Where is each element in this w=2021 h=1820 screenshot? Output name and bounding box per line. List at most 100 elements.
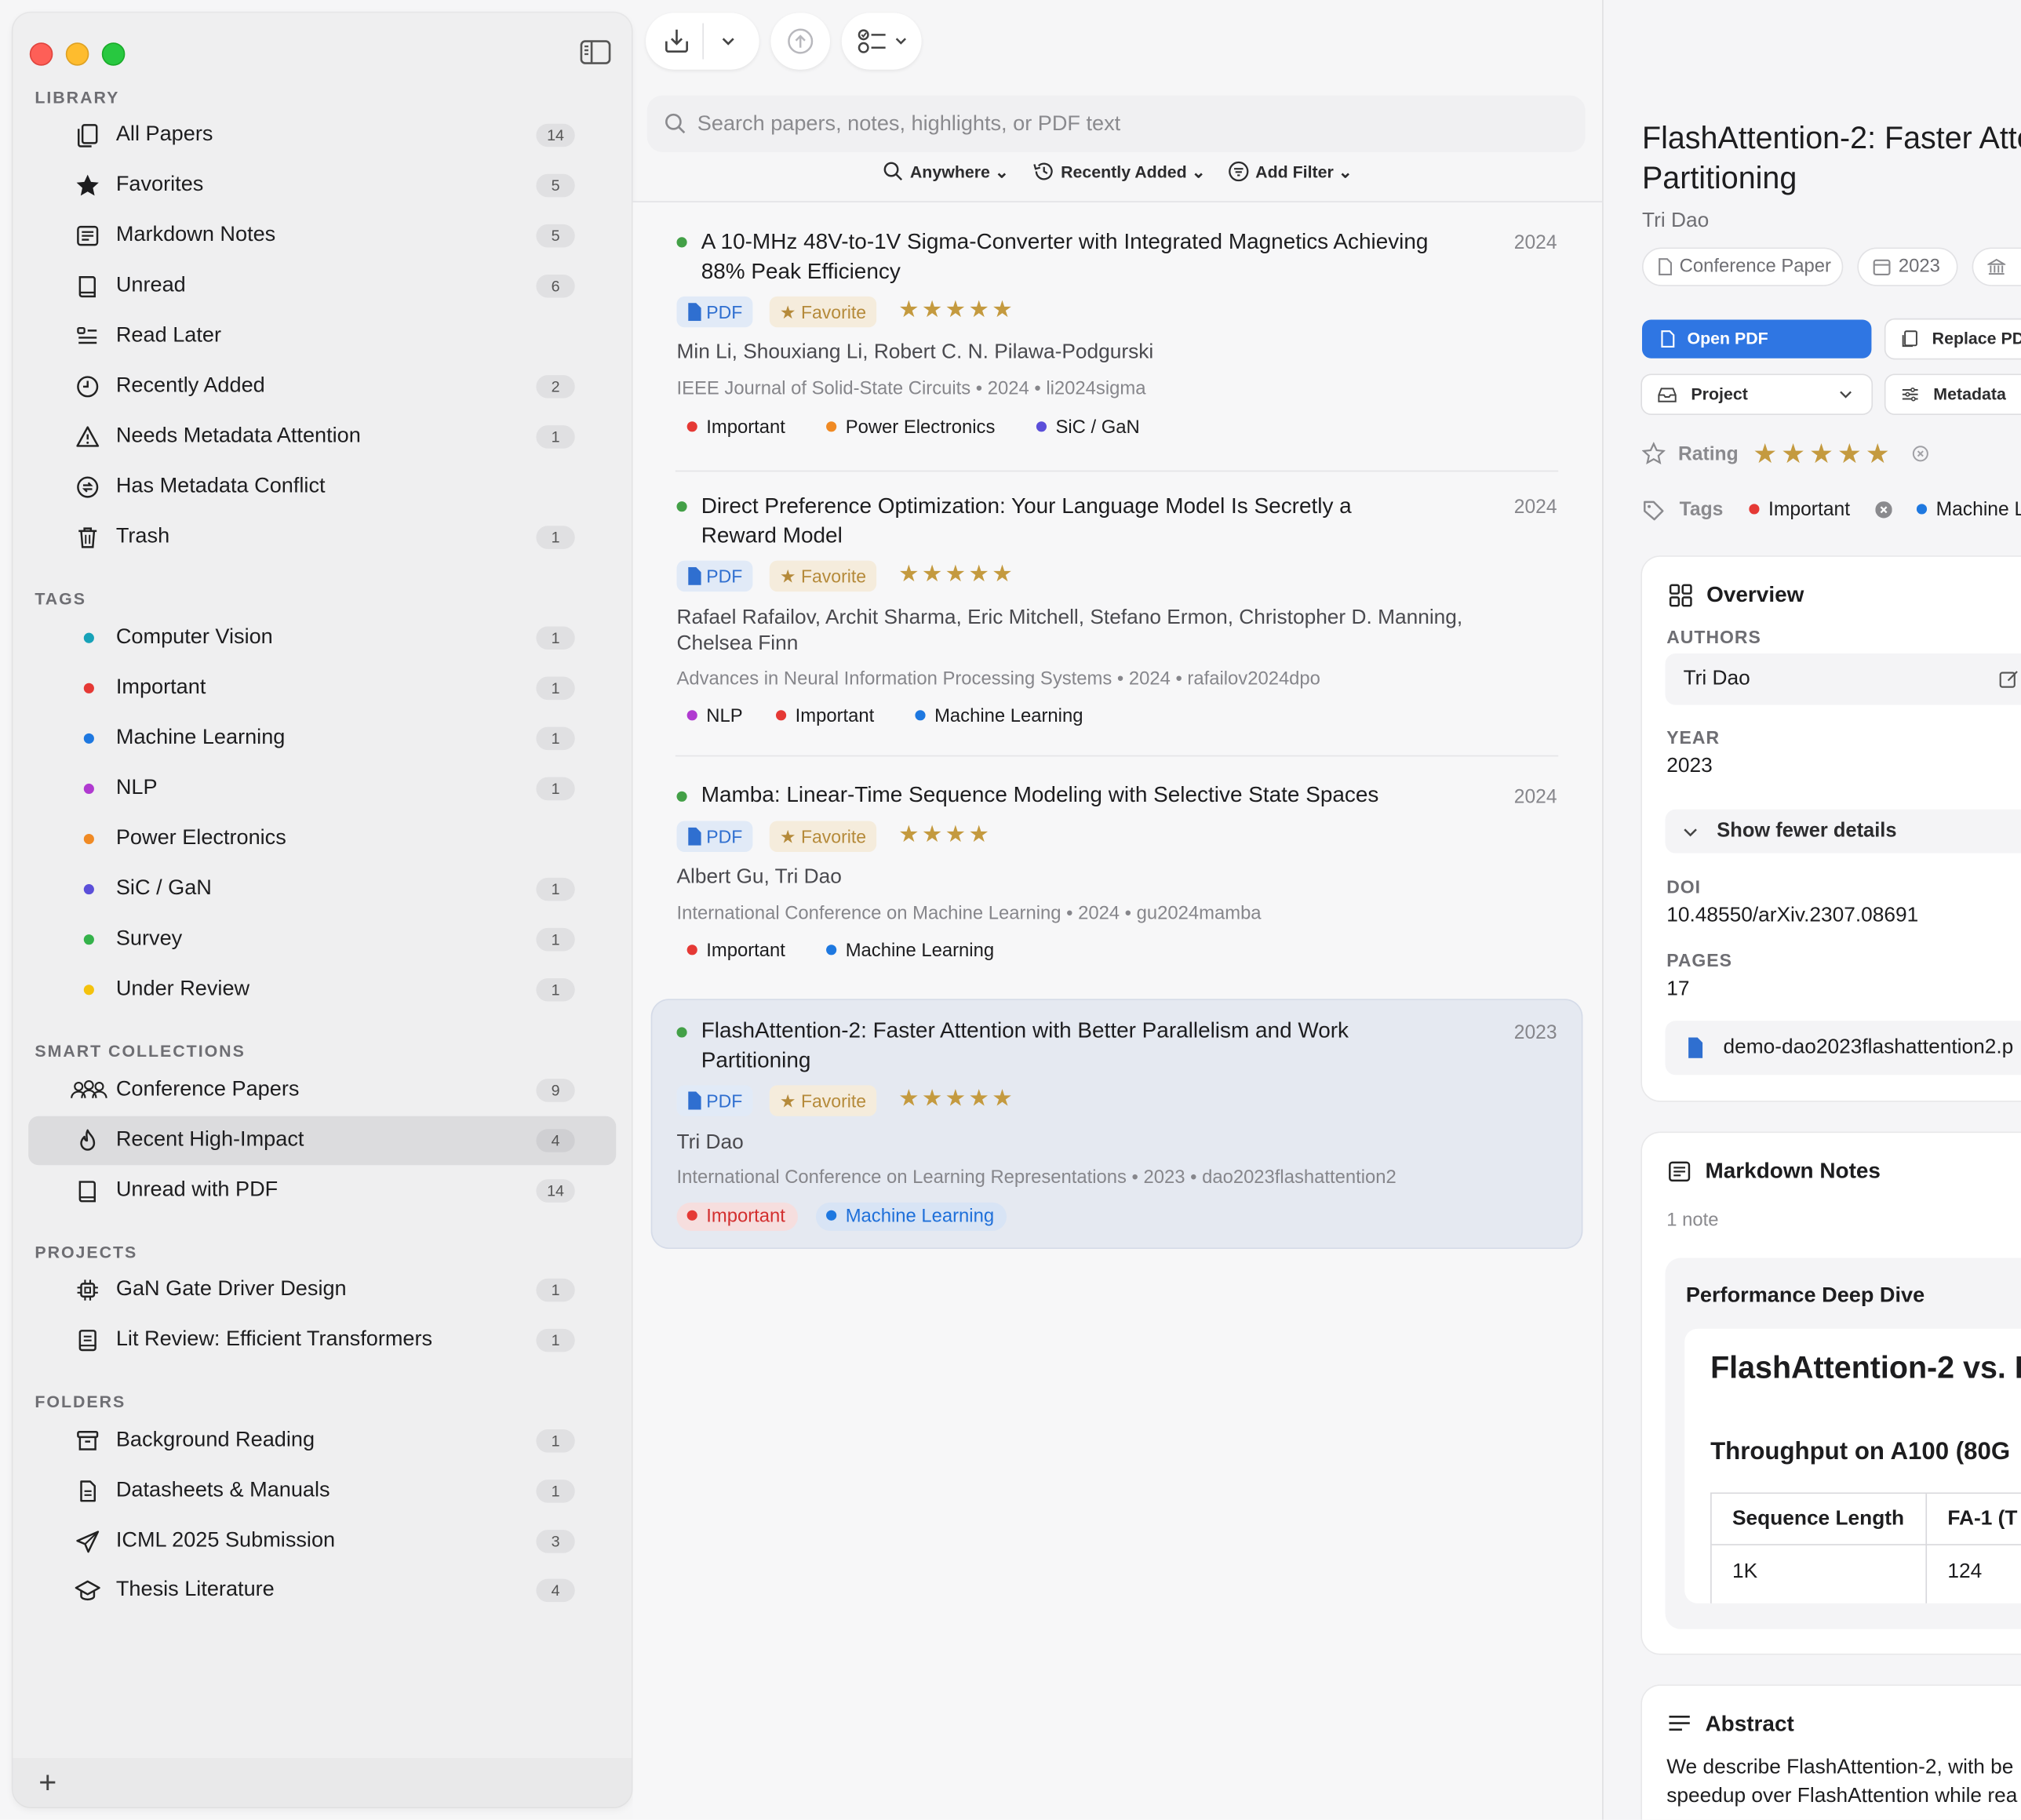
note-heading: FlashAttention-2 vs. F (1710, 1350, 2021, 1386)
institution-chip[interactable] (1973, 249, 2021, 286)
sidebar-item-unread-with-pdf[interactable]: Unread with PDF 14 (28, 1167, 616, 1215)
sidebar-tag-nlp[interactable]: NLP 1 (28, 764, 616, 813)
sidebar-item-recent-high-impact[interactable]: Recent High-Impact 4 (28, 1116, 617, 1166)
favorite-badge[interactable]: ★ Favorite (769, 296, 877, 328)
tag-important[interactable]: Important (686, 941, 785, 962)
toggle-details-button[interactable]: Show fewer details (1665, 809, 2021, 854)
tag-important[interactable]: Important (686, 417, 785, 439)
sidebar-project-lit-review[interactable]: Lit Review: Efficient Transformers 1 (28, 1316, 616, 1364)
sidebar-toggle-icon[interactable] (580, 38, 611, 67)
tag-power-electronics[interactable]: Power Electronics (826, 417, 995, 439)
count-badge: 14 (536, 123, 575, 147)
year-value: 2023 (1666, 755, 1713, 777)
sidebar-tag-under-review[interactable]: Under Review 1 (28, 966, 616, 1014)
sidebar-tag-sic-gan[interactable]: SiC / GaN 1 (28, 864, 616, 913)
sidebar-item-has-metadata-conflict[interactable]: Has Metadata Conflict (28, 463, 616, 511)
sidebar-item-all-papers[interactable]: All Papers 14 (28, 111, 616, 159)
replace-pdf-button[interactable]: Replace PD (1885, 319, 2021, 359)
metadata-button[interactable]: Metadata (1885, 375, 2021, 414)
year-chip[interactable]: 2023 (1858, 249, 1957, 286)
sort-filter-recently-added[interactable]: Recently Added ⌄ (1032, 161, 1206, 183)
sidebar-tag-survey[interactable]: Survey 1 (28, 915, 616, 963)
sidebar-folder-background-reading[interactable]: Background Reading 1 (28, 1417, 616, 1465)
tag-nlp[interactable]: NLP (686, 706, 743, 727)
zoom-window-button[interactable] (101, 42, 126, 66)
pdf-file-icon (1687, 1037, 1703, 1058)
close-window-button[interactable] (29, 42, 53, 66)
rating-stars[interactable]: ★★★★ (898, 821, 992, 849)
unread-dot (676, 1027, 687, 1038)
add-filter-button[interactable]: Add Filter ⌄ (1229, 161, 1353, 183)
pdf-badge[interactable]: PDF (676, 296, 753, 328)
sidebar-item-trash[interactable]: Trash 1 (28, 513, 616, 562)
rating-stars[interactable]: ★★★★★ (898, 1085, 1015, 1112)
sidebar-item-label: Read Later (115, 323, 221, 347)
sidebar-tag-computer-vision[interactable]: Computer Vision 1 (28, 613, 616, 662)
sidebar-folder-icml-2025[interactable]: ICML 2025 Submission 3 (28, 1517, 616, 1566)
tag-label: Important (706, 941, 785, 962)
search-input[interactable]: Search papers, notes, highlights, or PDF… (697, 112, 1120, 136)
rating-stars[interactable]: ★★★★★ (898, 297, 1015, 324)
sidebar-tag-important[interactable]: Important 1 (28, 664, 616, 712)
tag-important[interactable]: Important (775, 706, 874, 727)
sidebar-item-unread[interactable]: Unread 6 (28, 262, 616, 311)
sidebar-tag-power-electronics[interactable]: Power Electronics (28, 814, 616, 863)
tag-machine-learning[interactable]: Machine Learning (815, 1202, 1007, 1231)
markdown-notes-title: Markdown Notes (1705, 1158, 1881, 1184)
import-tray-icon[interactable] (662, 27, 690, 56)
authors-field[interactable]: Tri Dao (1665, 653, 2021, 705)
sidebar-item-conference-papers[interactable]: Conference Papers 9 (28, 1066, 616, 1115)
clear-rating-icon[interactable] (1911, 445, 1929, 463)
sidebar-item-needs-metadata-attention[interactable]: Needs Metadata Attention 1 (28, 413, 616, 461)
tag-machine-learning[interactable]: Machine L (1916, 499, 2021, 521)
count-badge: 6 (536, 274, 575, 298)
sidebar-footer: + (13, 1757, 632, 1807)
pdf-badge[interactable]: PDF (676, 1085, 753, 1116)
pdf-badge[interactable]: PDF (676, 560, 753, 592)
favorite-badge[interactable]: ★ Favorite (769, 821, 877, 852)
doi-value[interactable]: 10.48550/arXiv.2307.08691 (1666, 905, 1918, 928)
tag-color-dot (686, 1210, 697, 1221)
sidebar-item-recently-added[interactable]: Recently Added 2 (28, 362, 616, 411)
divider (702, 23, 704, 60)
pdf-badge[interactable]: PDF (676, 821, 753, 852)
sidebar-item-read-later[interactable]: Read Later (28, 312, 616, 361)
tag-important[interactable]: Important (1749, 499, 1850, 521)
tag-machine-learning[interactable]: Machine Learning (915, 706, 1083, 727)
sidebar-tag-machine-learning[interactable]: Machine Learning 1 (28, 714, 616, 763)
pdf-file-row[interactable]: demo-dao2023flashattention2.p (1665, 1021, 2021, 1076)
minimize-window-button[interactable] (65, 42, 89, 66)
share-button[interactable] (770, 13, 830, 70)
calendar-icon (1873, 258, 1891, 276)
open-pdf-button[interactable]: Open PDF (1641, 319, 1872, 359)
tag-important[interactable]: Important (676, 1202, 799, 1231)
paper-row[interactable]: Direct Preference Optimization: Your Lan… (651, 483, 1583, 741)
sidebar-folder-thesis-literature[interactable]: Thesis Literature 4 (28, 1566, 616, 1614)
edit-icon[interactable] (1999, 669, 2019, 690)
chevron-down-icon: ⌄ (1191, 162, 1206, 182)
paper-row-selected[interactable]: FlashAttention-2: Faster Attention with … (650, 999, 1583, 1249)
type-chip[interactable]: Conference Paper (1643, 249, 1842, 286)
rating-stars[interactable]: ★★★★★ (1753, 439, 1893, 471)
sidebar-project-gan-gate-driver[interactable]: GaN Gate Driver Design 1 (28, 1265, 616, 1314)
note-preview[interactable]: Performance Deep Dive FlashAttention-2 v… (1665, 1258, 2021, 1629)
sidebar-item-favorites[interactable]: Favorites 5 (28, 161, 616, 209)
tag-machine-learning[interactable]: Machine Learning (826, 941, 994, 962)
filter-circle-icon (1229, 161, 1249, 182)
project-dropdown[interactable]: Project (1641, 375, 1872, 414)
chevron-down-icon[interactable] (719, 32, 737, 50)
scope-filter-anywhere[interactable]: Anywhere ⌄ (883, 161, 1009, 183)
rating-stars[interactable]: ★★★★★ (898, 561, 1015, 588)
sidebar-folder-datasheets-manuals[interactable]: Datasheets & Manuals 1 (28, 1467, 616, 1516)
paper-row[interactable]: Mamba: Linear-Time Sequence Modeling wit… (651, 770, 1583, 976)
selection-mode-button[interactable] (841, 13, 922, 70)
remove-tag-icon[interactable] (1875, 501, 1892, 519)
tag-sic-gan[interactable]: SiC / GaN (1036, 417, 1140, 439)
search-bar[interactable]: Search papers, notes, highlights, or PDF… (646, 95, 1586, 152)
favorite-badge[interactable]: ★ Favorite (769, 560, 877, 592)
add-collection-button[interactable]: + (38, 1766, 56, 1802)
paper-row[interactable]: A 10-MHz 48V-to-1V Sigma-Converter with … (651, 219, 1583, 466)
favorite-badge[interactable]: ★ Favorite (769, 1085, 877, 1116)
sidebar-item-markdown-notes[interactable]: Markdown Notes 5 (28, 211, 616, 260)
table-header: Sequence Length (1732, 1508, 1905, 1531)
